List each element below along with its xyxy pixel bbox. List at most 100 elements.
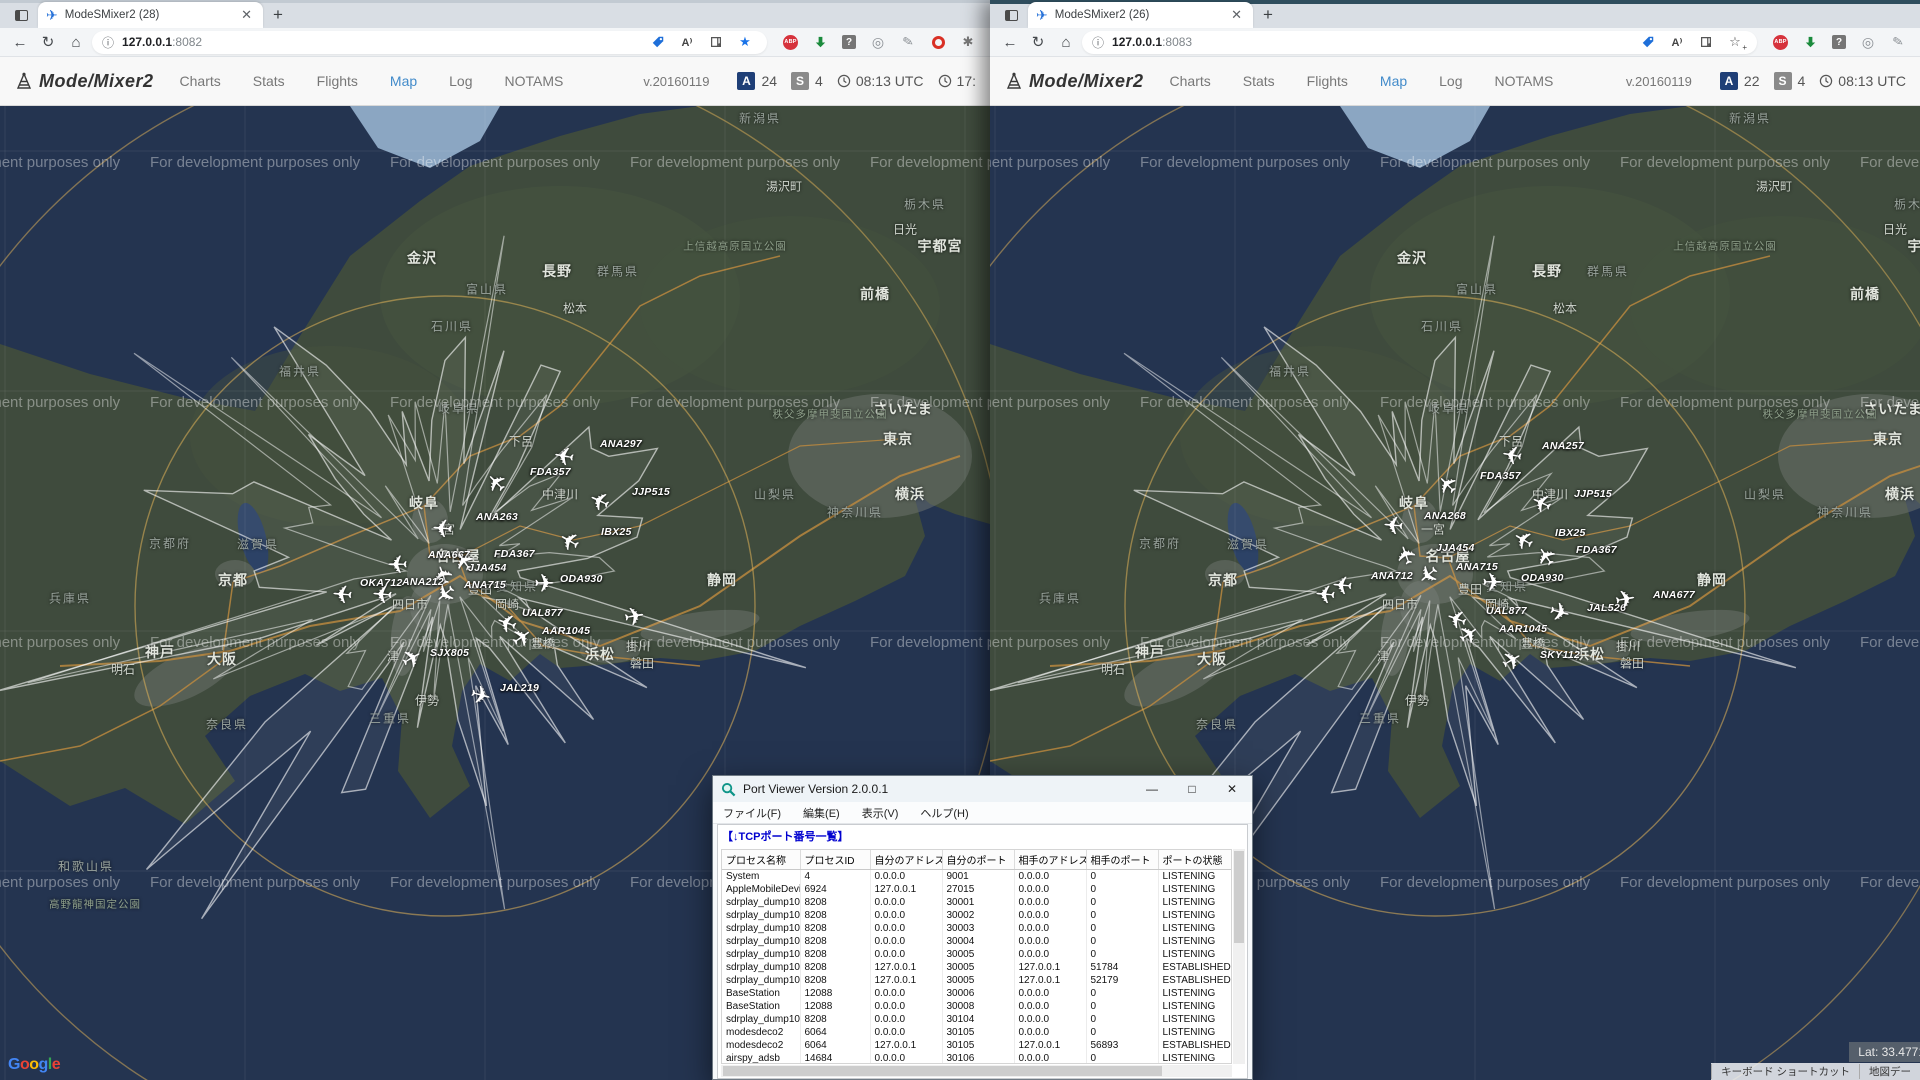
nav-flights[interactable]: Flights [1307,73,1348,89]
aircraft-marker[interactable]: ✈ [371,579,394,606]
reload-button[interactable]: ↻ [36,35,60,50]
menu-view[interactable]: 表示(V) [862,805,899,821]
table-row[interactable]: BaseStation120880.0.0.0300060.0.0.00LIST… [722,987,1232,1000]
wheel-extension-icon[interactable]: ◎ [1860,34,1876,50]
keyboard-shortcuts-link[interactable]: キーボード ショートカット [1711,1064,1859,1079]
aircraft-marker[interactable]: ✈ [552,440,577,468]
immersive-reader-icon[interactable] [708,34,724,50]
adblock-plus-icon[interactable]: ABP [783,35,798,50]
tab-close-icon[interactable]: ✕ [238,7,255,23]
menu-help[interactable]: ヘルプ(H) [920,805,968,821]
aircraft-marker[interactable]: ✈ [622,603,647,631]
browser-tab[interactable]: ✈ ModeSMixer2 (26) ✕ [1028,2,1253,28]
scrollbar-thumb[interactable] [1234,851,1244,943]
collections-tag-icon[interactable] [650,34,666,50]
nav-stats[interactable]: Stats [253,73,285,89]
table-row[interactable]: sdrplay_dump109082080.0.0.0300030.0.0.00… [722,922,1232,935]
aircraft-marker[interactable]: ✈ [1613,586,1638,614]
column-header[interactable]: 相手のアドレス [1014,850,1086,870]
table-row[interactable]: sdrplay_dump10908208127.0.0.130005127.0.… [722,974,1232,987]
aircraft-marker[interactable]: ✈ [1382,510,1405,537]
close-button[interactable]: ✕ [1212,776,1252,802]
table-row[interactable]: sdrplay_dump109082080.0.0.0300050.0.0.00… [722,948,1232,961]
stop-extension-icon[interactable] [930,34,946,50]
table-row[interactable]: sdrplay_dump109082080.0.0.0301040.0.0.00… [722,1013,1232,1026]
home-button[interactable]: ⌂ [64,35,88,50]
column-header[interactable]: 相手のポート [1086,850,1158,870]
table-row[interactable]: sdrplay_dump109082080.0.0.0300010.0.0.00… [722,896,1232,909]
map-data-link[interactable]: 地図デー [1859,1064,1920,1079]
table-row[interactable]: System40.0.0.090010.0.0.00LISTENING [722,870,1232,884]
quill-extension-icon[interactable]: ✎ [899,33,918,52]
collections-tag-icon[interactable] [1640,34,1656,50]
menu-edit[interactable]: 編集(E) [803,805,840,821]
adblock-plus-icon[interactable]: ABP [1773,35,1788,50]
nav-flights[interactable]: Flights [317,73,358,89]
aircraft-marker[interactable]: ✈ [331,579,354,606]
aircraft-marker[interactable]: ✈ [1500,439,1525,467]
immersive-reader-icon[interactable] [1698,34,1714,50]
site-info-icon[interactable]: ⓘ [102,34,114,51]
add-favorite-star-icon[interactable]: ☆+ [1727,34,1743,50]
site-info-icon[interactable]: ⓘ [1092,34,1104,51]
nav-notams[interactable]: NOTAMS [505,73,564,89]
table-row[interactable]: BaseStation120880.0.0.0300080.0.0.00LIST… [722,1000,1232,1013]
nav-stats[interactable]: Stats [1243,73,1275,89]
home-button[interactable]: ⌂ [1054,35,1078,50]
back-button[interactable]: ← [998,35,1022,50]
address-bar[interactable]: ⓘ 127.0.0.1:8083 A⁾ ☆+ [1082,31,1757,54]
table-row[interactable]: AppleMobileDevi...6924127.0.0.1270150.0.… [722,883,1232,896]
aircraft-marker[interactable]: ✈ [431,513,454,540]
table-row[interactable]: modesdeco26064127.0.0.130105127.0.0.1568… [722,1039,1232,1052]
nav-notams[interactable]: NOTAMS [1495,73,1554,89]
table-cell: 30003 [942,922,1014,935]
aircraft-marker[interactable]: ✈ [1314,579,1337,606]
wheel-extension-icon[interactable]: ◎ [870,34,886,50]
quill-extension-icon[interactable]: ✎ [1889,33,1908,52]
settings-gear-icon[interactable]: ✱ [960,34,976,50]
scrollbar-thumb[interactable] [723,1066,1162,1076]
menu-file[interactable]: ファイル(F) [723,805,781,821]
table-row[interactable]: modesdeco260640.0.0.0301050.0.0.00LISTEN… [722,1026,1232,1039]
vertical-scrollbar[interactable] [1233,849,1245,1064]
download-icon[interactable] [812,34,828,50]
read-aloud-icon[interactable]: A⁾ [679,34,695,50]
new-tab-button[interactable]: + [1253,5,1283,28]
browser-tab[interactable]: ✈ ModeSMixer2 (28) ✕ [38,2,263,28]
reload-button[interactable]: ↻ [1026,35,1050,50]
nav-log[interactable]: Log [449,73,472,89]
port-viewer-titlebar[interactable]: Port Viewer Version 2.0.0.1 — □ ✕ [713,776,1252,802]
nav-map[interactable]: Map [1380,73,1407,89]
column-header[interactable]: 自分のアドレス [870,850,942,870]
download-icon[interactable] [1802,34,1818,50]
aircraft-marker[interactable]: ✈ [387,550,408,575]
column-header[interactable]: プロセスID [800,850,870,870]
column-header[interactable]: プロセス名称 [722,850,800,870]
table-row[interactable]: sdrplay_dump109082080.0.0.0300040.0.0.00… [722,935,1232,948]
horizontal-scrollbar[interactable] [721,1065,1232,1077]
address-bar[interactable]: ⓘ 127.0.0.1:8082 A⁾ ★ [92,31,767,54]
nav-map[interactable]: Map [390,73,417,89]
column-header[interactable]: ポートの状態 [1158,850,1232,870]
tab-close-icon[interactable]: ✕ [1228,7,1245,23]
aircraft-marker[interactable]: ✈ [1482,571,1503,596]
new-tab-button[interactable]: + [263,5,293,28]
nav-log[interactable]: Log [1439,73,1462,89]
back-button[interactable]: ← [8,35,32,50]
minimize-button[interactable]: — [1132,776,1172,802]
help-icon[interactable]: ? [1832,35,1846,49]
vertical-tabs-button[interactable] [8,3,34,27]
table-row[interactable]: sdrplay_dump109082080.0.0.0300020.0.0.00… [722,909,1232,922]
aircraft-marker[interactable]: ✈ [534,572,555,597]
maximize-button[interactable]: □ [1172,776,1212,802]
vertical-tabs-button[interactable] [998,3,1024,27]
table-row[interactable]: sdrplay_dump10908208127.0.0.130005127.0.… [722,961,1232,974]
table-cell: sdrplay_dump1090 [722,1013,800,1026]
table-row[interactable]: airspy_adsb146840.0.0.0301060.0.0.00LIST… [722,1052,1232,1064]
nav-charts[interactable]: Charts [1170,73,1211,89]
column-header[interactable]: 自分のポート [942,850,1014,870]
favorite-star-icon[interactable]: ★ [737,34,753,50]
read-aloud-icon[interactable]: A⁾ [1669,34,1685,50]
nav-charts[interactable]: Charts [180,73,221,89]
help-icon[interactable]: ? [842,35,856,49]
